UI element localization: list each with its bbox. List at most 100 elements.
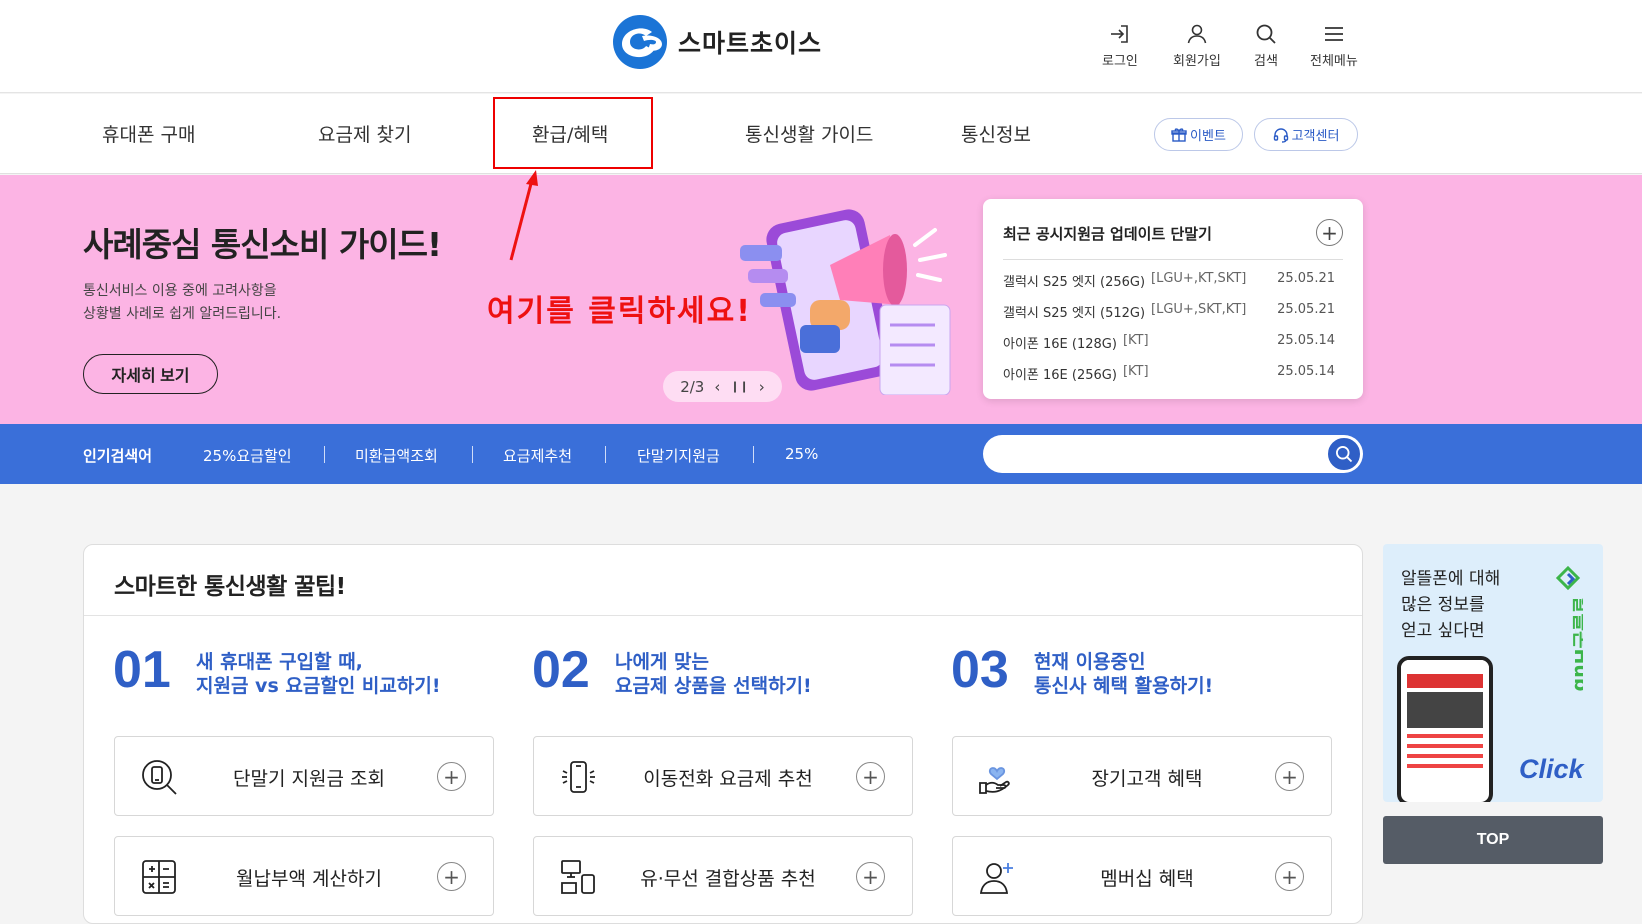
device-name: 아이폰 16E (256G) bbox=[1003, 368, 1117, 383]
update-date: 25.05.14 bbox=[1277, 333, 1335, 348]
annotation-arrow bbox=[509, 170, 538, 261]
login-link[interactable]: 로그인 bbox=[1102, 22, 1138, 69]
banner-subtitle-1: 통신서비스 이용 중에 고려사항을 bbox=[83, 283, 277, 299]
step-line2: 지원금 vs 요금할인 비교하기! bbox=[196, 675, 441, 697]
step-line1: 나에게 맞는 bbox=[615, 651, 710, 673]
keyword-separator bbox=[753, 446, 754, 463]
ad-click-label: Click bbox=[1519, 754, 1584, 784]
login-label: 로그인 bbox=[1102, 54, 1138, 69]
keyword-link[interactable]: 미환급액조회 bbox=[355, 445, 438, 466]
device-name: 갤럭시 S25 엣지 (512G) bbox=[1003, 306, 1146, 321]
alddeul-phone-ad[interactable]: 알뜰폰에 대해 많은 정보를 얻고 싶다면 알뜰폰Hub Click bbox=[1383, 544, 1603, 802]
step-number: 02 bbox=[532, 641, 590, 699]
add-user-icon bbox=[979, 863, 1013, 894]
search-link[interactable]: 검색 bbox=[1254, 22, 1278, 69]
keyword-separator bbox=[605, 446, 606, 463]
banner-slider-control: 2/3 ‹ ❙❙ › bbox=[663, 371, 782, 402]
update-row[interactable]: 갤럭시 S25 엣지 (512G) [LGU+,SKT,KT] 25.05.21 bbox=[1003, 302, 1335, 321]
keyword-link[interactable]: 요금제추천 bbox=[503, 445, 572, 466]
step-number: 03 bbox=[951, 641, 1009, 699]
nav-phone-purchase[interactable]: 휴대폰 구매 bbox=[102, 120, 195, 147]
keyword-link[interactable]: 단말기지원금 bbox=[637, 445, 720, 466]
event-button[interactable]: 이벤트 bbox=[1154, 118, 1243, 151]
logo-text: 스마트초이스 bbox=[678, 29, 823, 58]
plus-icon: + bbox=[856, 862, 885, 891]
update-divider bbox=[1003, 259, 1343, 260]
devices-icon bbox=[561, 860, 595, 894]
signup-link[interactable]: 회원가입 bbox=[1173, 22, 1221, 69]
search-submit-button[interactable] bbox=[1326, 436, 1362, 472]
all-menu-label: 전체메뉴 bbox=[1310, 54, 1358, 69]
device-name: 갤럭시 S25 엣지 (256G) bbox=[1003, 275, 1146, 290]
update-more-plus-icon[interactable]: + bbox=[1316, 219, 1343, 246]
update-row[interactable]: 아이폰 16E (128G) [KT] 25.05.14 bbox=[1003, 333, 1335, 352]
step-number: 01 bbox=[113, 641, 171, 699]
support-label: 고객센터 bbox=[1291, 129, 1340, 144]
tip-card-label: 유·무선 결합상품 추천 bbox=[640, 868, 816, 890]
tip-card-label: 월납부액 계산하기 bbox=[236, 868, 382, 890]
phone-search-icon bbox=[142, 760, 177, 795]
keyword-separator bbox=[472, 446, 473, 463]
ad-line-2: 많은 정보를 bbox=[1401, 595, 1485, 615]
header: 스마트초이스 로그인 회원가입 검색 전체메뉴 bbox=[0, 0, 1642, 93]
step-line2: 요금제 상품을 선택하기! bbox=[615, 675, 812, 697]
search-label: 검색 bbox=[1254, 54, 1278, 69]
plus-icon: + bbox=[1275, 862, 1304, 891]
menu-icon bbox=[1324, 27, 1343, 41]
search-icon bbox=[1336, 446, 1353, 463]
keyword-link[interactable]: 25% bbox=[785, 445, 818, 463]
banner-title: 사례중심 통신소비 가이드! bbox=[83, 225, 442, 264]
plus-icon: + bbox=[1275, 762, 1304, 791]
calculator-icon bbox=[142, 860, 176, 894]
logo[interactable]: 스마트초이스 bbox=[612, 14, 822, 70]
update-date: 25.05.14 bbox=[1277, 364, 1335, 379]
tip-card-membership[interactable]: 멤버십 혜택 + bbox=[952, 836, 1332, 916]
nav-telecom-guide[interactable]: 통신생활 가이드 bbox=[745, 120, 873, 147]
tips-divider bbox=[84, 615, 1362, 616]
ad-line-3: 얻고 싶다면 bbox=[1401, 621, 1485, 641]
support-center-button[interactable]: 고객센터 bbox=[1254, 118, 1358, 151]
keyword-separator bbox=[324, 446, 325, 463]
pause-icon[interactable]: ❙❙ bbox=[730, 380, 748, 393]
nav-telecom-info[interactable]: 통신정보 bbox=[961, 120, 1031, 147]
plus-icon: + bbox=[437, 762, 466, 791]
update-row[interactable]: 갤럭시 S25 엣지 (256G) [LGU+,KT,SKT] 25.05.21 bbox=[1003, 271, 1335, 290]
all-menu-link[interactable]: 전체메뉴 bbox=[1310, 22, 1358, 69]
main-nav: 휴대폰 구매 요금제 찾기 환급/혜택 통신생활 가이드 통신정보 bbox=[0, 94, 1642, 174]
update-row[interactable]: 아이폰 16E (256G) [KT] 25.05.14 bbox=[1003, 364, 1335, 383]
next-slide-icon[interactable]: › bbox=[759, 378, 765, 396]
tip-card-subsidy-lookup[interactable]: 단말기 지원금 조회 + bbox=[114, 736, 494, 816]
banner-subtitle-2: 상황별 사례로 쉽게 알려드립니다. bbox=[83, 306, 282, 322]
ad-brand-text: 알뜰폰Hub bbox=[1570, 596, 1583, 691]
gift-icon bbox=[1171, 127, 1187, 142]
mobile-phone-icon bbox=[562, 761, 595, 793]
banner-more-button[interactable]: 자세히 보기 bbox=[83, 354, 218, 394]
keyword-link[interactable]: 25%요금할인 bbox=[203, 445, 292, 466]
signup-label: 회원가입 bbox=[1173, 54, 1221, 69]
tip-card-monthly-calc[interactable]: 월납부액 계산하기 + bbox=[114, 836, 494, 916]
slide-indicator: 2/3 bbox=[680, 377, 705, 396]
tip-card-long-term-benefit[interactable]: 장기고객 혜택 + bbox=[952, 736, 1332, 816]
prev-slide-icon[interactable]: ‹ bbox=[714, 378, 720, 396]
tip-card-label: 멤버십 혜택 bbox=[1100, 868, 1194, 890]
user-icon bbox=[1187, 24, 1207, 44]
tip-card-label: 장기고객 혜택 bbox=[1091, 768, 1203, 790]
alddeul-hub-logo: 알뜰폰Hub bbox=[1555, 565, 1592, 691]
annotation-text: 여기를 클릭하세요! bbox=[487, 294, 752, 329]
tip-card-label: 단말기 지원금 조회 bbox=[233, 768, 385, 790]
tip-card-plan-recommend[interactable]: 이동전화 요금제 추천 + bbox=[533, 736, 913, 816]
tip-card-bundle-recommend[interactable]: 유·무선 결합상품 추천 + bbox=[533, 836, 913, 916]
search-input[interactable] bbox=[983, 435, 1363, 473]
headset-icon bbox=[1273, 127, 1288, 143]
scroll-top-button[interactable]: TOP bbox=[1383, 816, 1603, 864]
carrier-list: [LGU+,KT,SKT] bbox=[1151, 271, 1247, 286]
nav-plan-search[interactable]: 요금제 찾기 bbox=[318, 120, 411, 147]
heart-hand-icon bbox=[979, 767, 1010, 794]
subsidy-update-card: 최근 공시지원금 업데이트 단말기 + 갤럭시 S25 엣지 (256G) [L… bbox=[983, 199, 1363, 399]
logo-icon bbox=[613, 15, 667, 69]
tip-card-label: 이동전화 요금제 추천 bbox=[643, 768, 813, 790]
update-date: 25.05.21 bbox=[1277, 271, 1335, 286]
step-line1: 새 휴대폰 구입할 때, bbox=[196, 651, 363, 673]
carrier-list: [KT] bbox=[1122, 333, 1149, 348]
ad-brand-logo: 알뜰폰Hub bbox=[1553, 565, 1592, 696]
